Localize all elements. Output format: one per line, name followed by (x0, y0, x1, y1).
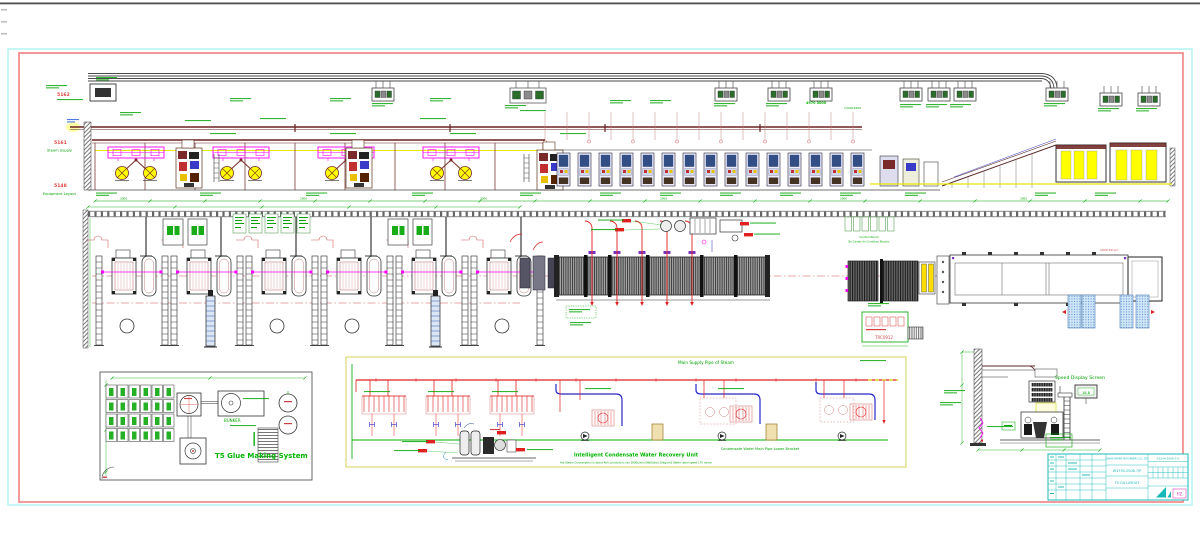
incline-conveyor (942, 139, 1056, 188)
green-note-under-drum (566, 306, 596, 325)
elevation-code-2: 5161 (54, 140, 67, 146)
blue-loop (816, 380, 886, 441)
title-block: XINHE PAPER MACHINERY CO.,LTD W3750-2508… (1048, 454, 1188, 500)
control-room-text: Control Room (859, 235, 879, 239)
left-margin-labels: 5162 5161 Steam Supply 5148 Equipment La… (43, 85, 83, 196)
flow-arrow (1062, 310, 1066, 314)
right-section: Speed Display Screen 18.8 (940, 349, 1105, 452)
page-top-rule (0, 3, 1200, 35)
unwinder-unit (423, 147, 479, 181)
mixer (177, 393, 201, 416)
center-elevator (429, 290, 442, 347)
station-code-1: 4970 5000 (806, 101, 827, 105)
pendant-drop-ends (543, 140, 854, 143)
plan-view-band: Control Room By Center Air Condition Ele… (83, 205, 1166, 348)
pallet (1136, 295, 1149, 328)
center-elevator (204, 290, 217, 347)
hatch-column (974, 349, 982, 443)
ladder (524, 154, 529, 182)
radiator-bank (426, 396, 470, 436)
titleblock-drawing-no: A1234-2006-2-V (1157, 457, 1180, 461)
transfer-units (880, 156, 938, 186)
control-room-label: Control Room By Center Air Condition Ele… (845, 217, 894, 244)
vacuum-unit (591, 218, 780, 252)
trc-panel: TRC0912 (862, 303, 923, 346)
dim-label: 2000 (660, 197, 667, 201)
elevation-label-2: Steam Supply (47, 149, 73, 153)
schematic-top-label: Main Supply Pipe of Steam (678, 360, 734, 365)
ladder (214, 154, 219, 182)
crane-stations: 4970 5000 1300x1600 (90, 77, 1160, 111)
schematic: Main Supply Pipe of Steam (346, 357, 906, 467)
elevation-annotations (96, 193, 1116, 196)
dim-label: 2000 (300, 197, 307, 201)
schematic-title: Intelligent Condensate Water Recovery Un… (574, 453, 699, 459)
speed-display-label: Speed Display Screen (1055, 375, 1105, 381)
reel-note: 1800 52rpm (1100, 248, 1119, 252)
pendant-drops (545, 112, 853, 140)
unwinder-unit (108, 147, 164, 181)
titleblock-drawing-name: T5 GA LAYOUT (1114, 481, 1140, 485)
station-code-2: 1300x1600 (844, 106, 861, 110)
cad-drawing: 5162 5161 Steam Supply 5148 Equipment La… (0, 0, 1200, 557)
elevation-label-3: Equipment Layout (43, 192, 76, 196)
pump-unit (180, 416, 206, 464)
bunker-label: BUNKER (224, 418, 241, 423)
dim-label: 3000 (1020, 197, 1027, 201)
pallet (1120, 295, 1133, 328)
calender-blocks (846, 256, 950, 304)
elevation-code-3: 5148 (54, 183, 67, 189)
dryer-drum (554, 255, 770, 300)
storage-tanks (279, 391, 297, 434)
titleblock-company: XINHE PAPER MACHINERY CO.,LTD (1106, 457, 1149, 461)
unwinder-unit (213, 147, 269, 181)
reel-cabinet (1110, 143, 1166, 182)
small-green-boxes (233, 214, 310, 233)
reel-cabinet (1056, 145, 1106, 182)
glue-system-title: T5 Glue Making System (215, 452, 308, 460)
dim-label: 2000 (480, 197, 487, 201)
trc-code: TRC0912 (874, 335, 893, 340)
dryer-modules (556, 150, 872, 186)
recovery-unit (394, 424, 553, 462)
glue-system: BUNKER T5 Glue Making System (100, 372, 312, 480)
production-line-elevation: 3000 2000 2000 2000 2000 3000 (84, 122, 1175, 203)
elevation-code-1: 5162 (57, 92, 70, 98)
flow-arrow (1151, 310, 1155, 314)
control-room-text2: By Center Air Condition Electric (849, 240, 890, 244)
speed-display-value: 18.8 (1082, 391, 1091, 395)
titleblock-model: W3750-2508-7/P (1113, 469, 1141, 473)
bracket-label: Condensate Water Main Pipe Lower Bracket (721, 447, 800, 451)
rotated-note (254, 432, 255, 446)
speed-display: 18.8 (1075, 385, 1097, 404)
press-cluster (176, 140, 202, 188)
schematic-subtitle: Hot Steam Consumption is about 4t/h, pro… (560, 461, 713, 465)
dim-label: 3000 (120, 197, 127, 201)
cad-viewport: 5162 5161 Steam Supply 5148 Equipment La… (0, 0, 1200, 557)
pallet (1068, 295, 1081, 328)
glue-grid (106, 385, 174, 442)
dim-label: 2000 (840, 197, 847, 201)
radiator-bank (362, 396, 406, 436)
bunker: BUNKER (218, 391, 269, 426)
pallet (1082, 295, 1095, 328)
dimension-chain: 3000 2000 2000 2000 2000 3000 (93, 197, 1169, 203)
crane-rail (88, 74, 1057, 89)
logo-text: HZ (1177, 492, 1183, 497)
